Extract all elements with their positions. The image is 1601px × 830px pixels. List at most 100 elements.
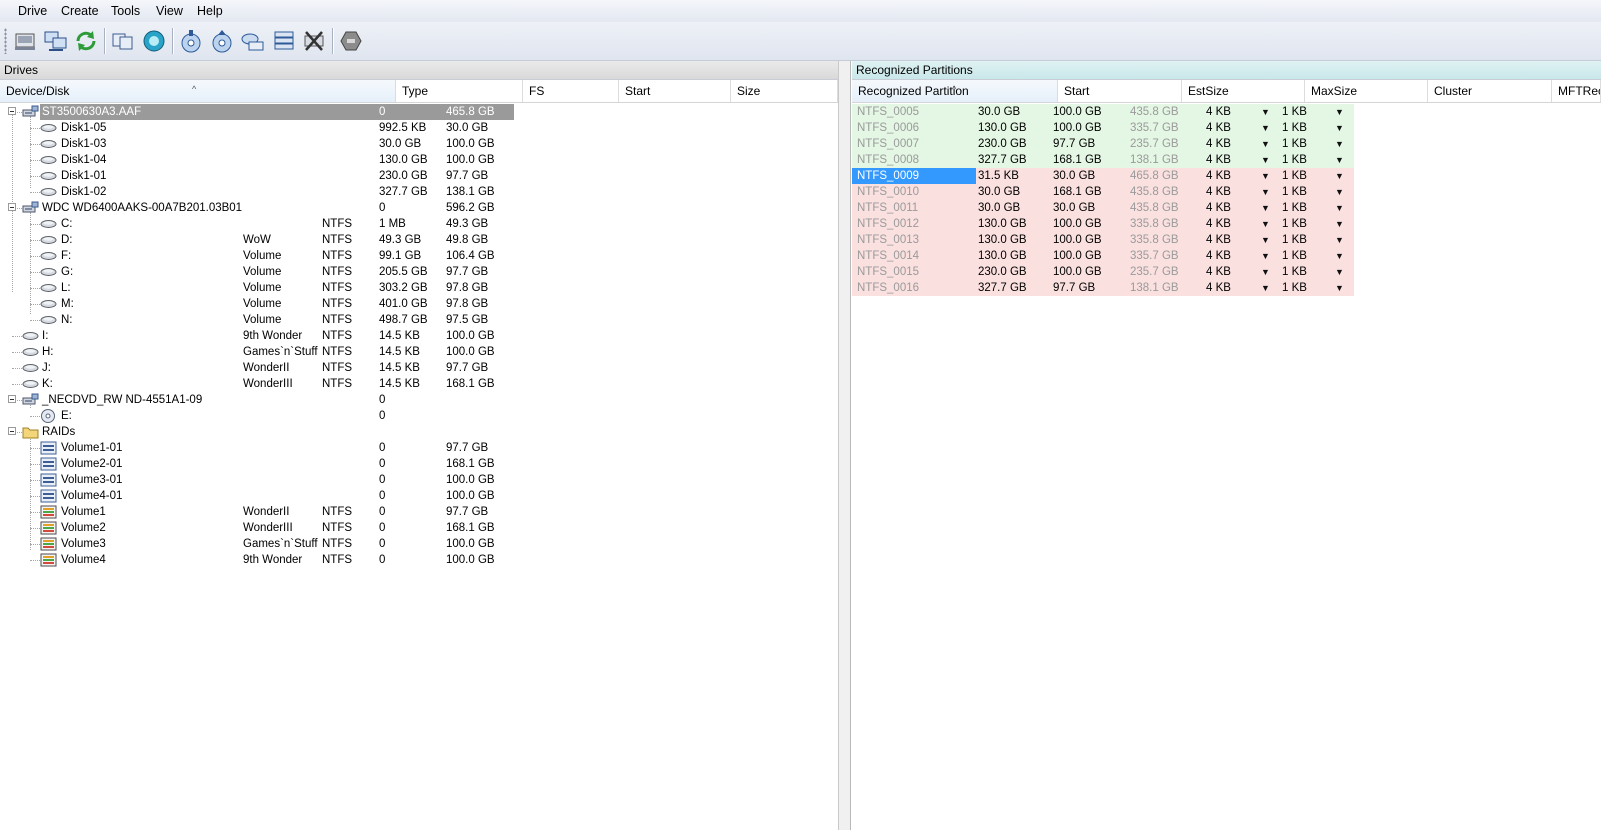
- partition-row[interactable]: NTFS_0012 130.0 GB 100.0 GB 335.8 GB 4 KB 1 K…: [852, 216, 1601, 232]
- tree-row[interactable]: Volume1-01 0 97.7 GB: [0, 440, 838, 456]
- column-size[interactable]: Size: [731, 80, 838, 102]
- tree-row[interactable]: WDC WD6400AAKS-00A7B201.03B01 0 596.2 GB: [0, 200, 838, 216]
- tree-row[interactable]: F: Volume NTFS 99.1 GB 106.4 GB: [0, 248, 838, 264]
- tree-row[interactable]: C: NTFS 1 MB 49.3 GB: [0, 216, 838, 232]
- disk-image-icon[interactable]: [178, 28, 204, 54]
- chevron-down-icon[interactable]: ▼: [1261, 136, 1270, 152]
- menu-create[interactable]: Create: [61, 4, 99, 18]
- partition-row[interactable]: NTFS_0011 30.0 GB 30.0 GB 435.8 GB 4 KB 1 KB ▼…: [852, 200, 1601, 216]
- partition-row[interactable]: NTFS_0016 327.7 GB 97.7 GB 138.1 GB 4 KB 1 KB…: [852, 280, 1601, 296]
- partition-row[interactable]: NTFS_0007 230.0 GB 97.7 GB 235.7 GB 4 KB 1 KB…: [852, 136, 1601, 152]
- chevron-down-icon[interactable]: ▼: [1261, 200, 1270, 216]
- menu-tools[interactable]: Tools: [111, 4, 140, 18]
- hex-editor-icon[interactable]: [338, 28, 364, 54]
- tree-row[interactable]: D: WoW NTFS 49.3 GB 49.8 GB: [0, 232, 838, 248]
- tree-row[interactable]: Volume3-01 0 100.0 GB: [0, 472, 838, 488]
- chevron-down-icon[interactable]: ▼: [1335, 232, 1344, 248]
- chevron-down-icon[interactable]: ▼: [1335, 216, 1344, 232]
- refresh-icon[interactable]: [73, 28, 99, 54]
- partition-row[interactable]: NTFS_0014 130.0 GB 100.0 GB 335.7 GB 4 KB 1 K…: [852, 248, 1601, 264]
- tree-row[interactable]: Volume1 WonderII NTFS 0 97.7 GB: [0, 504, 838, 520]
- chevron-down-icon[interactable]: ▼: [1335, 280, 1344, 296]
- tree-row[interactable]: I: 9th Wonder NTFS 14.5 KB 100.0 GB: [0, 328, 838, 344]
- menu-help[interactable]: Help: [197, 4, 223, 18]
- chevron-down-icon[interactable]: ▼: [1335, 168, 1344, 184]
- menu-drive[interactable]: Drive: [18, 4, 47, 18]
- tree-row[interactable]: Disk1-05 992.5 KB 30.0 GB: [0, 120, 838, 136]
- collapse-toggle[interactable]: [8, 395, 16, 403]
- chevron-down-icon[interactable]: ▼: [1261, 104, 1270, 120]
- chevron-down-icon[interactable]: ▼: [1335, 136, 1344, 152]
- tree-row[interactable]: _NECDVD_RW ND-4551A1-09 0: [0, 392, 838, 408]
- partition-row[interactable]: NTFS_0015 230.0 GB 100.0 GB 235.7 GB 4 KB 1 K…: [852, 264, 1601, 280]
- column-start[interactable]: Start: [1058, 80, 1182, 102]
- chevron-down-icon[interactable]: ▼: [1261, 216, 1270, 232]
- partition-row[interactable]: NTFS_0008 327.7 GB 168.1 GB 138.1 GB 4 KB 1 K…: [852, 152, 1601, 168]
- chevron-down-icon[interactable]: ▼: [1335, 152, 1344, 168]
- tree-row[interactable]: H: Games`n`Stuff NTFS 14.5 KB 100.0 GB: [0, 344, 838, 360]
- tree-row[interactable]: J: WonderII NTFS 14.5 KB 97.7 GB: [0, 360, 838, 376]
- tree-row[interactable]: RAIDs: [0, 424, 838, 440]
- column-recognized-partition[interactable]: Recognized Partition ^: [852, 80, 1058, 102]
- tree-row[interactable]: Volume4-01 0 100.0 GB: [0, 488, 838, 504]
- tree-row[interactable]: K: WonderIII NTFS 14.5 KB 168.1 GB: [0, 376, 838, 392]
- chevron-down-icon[interactable]: ▼: [1335, 264, 1344, 280]
- tree-row[interactable]: Disk1-01 230.0 GB 97.7 GB: [0, 168, 838, 184]
- collapse-toggle[interactable]: [8, 107, 16, 115]
- column-mftrec[interactable]: MFTRec: [1552, 80, 1601, 102]
- tree-row[interactable]: ST3500630A3.AAF 0 465.8 GB: [0, 104, 838, 120]
- chevron-down-icon[interactable]: ▼: [1335, 200, 1344, 216]
- partition-row[interactable]: NTFS_0006 130.0 GB 100.0 GB 335.7 GB 4 KB 1 K…: [852, 120, 1601, 136]
- scan-icon[interactable]: [141, 28, 167, 54]
- column-fs[interactable]: FS: [523, 80, 619, 102]
- row-status-background: [852, 136, 1354, 152]
- network-drive-icon[interactable]: [43, 28, 69, 54]
- column-cluster[interactable]: Cluster: [1428, 80, 1552, 102]
- tree-row[interactable]: Disk1-02 327.7 GB 138.1 GB: [0, 184, 838, 200]
- column-maxsize[interactable]: MaxSize: [1305, 80, 1428, 102]
- panel-splitter[interactable]: [838, 61, 851, 830]
- column-estsize[interactable]: EstSize: [1182, 80, 1305, 102]
- column-device-disk[interactable]: Device/Disk ^: [0, 80, 396, 102]
- collapse-toggle[interactable]: [8, 427, 16, 435]
- column-start[interactable]: Start: [619, 80, 731, 102]
- chevron-down-icon[interactable]: ▼: [1261, 264, 1270, 280]
- chevron-down-icon[interactable]: ▼: [1261, 248, 1270, 264]
- open-image-icon[interactable]: [209, 28, 235, 54]
- chevron-down-icon[interactable]: ▼: [1261, 280, 1270, 296]
- tree-row[interactable]: Disk1-04 130.0 GB 100.0 GB: [0, 152, 838, 168]
- virtual-drive-icon[interactable]: [240, 28, 266, 54]
- partition-row[interactable]: NTFS_0005 30.0 GB 100.0 GB 435.8 GB 4 KB 1 KB…: [852, 104, 1601, 120]
- chevron-down-icon[interactable]: ▼: [1335, 104, 1344, 120]
- raid-icon[interactable]: [271, 28, 297, 54]
- partition-row[interactable]: NTFS_0010 30.0 GB 168.1 GB 435.8 GB 4 KB 1 KB…: [852, 184, 1601, 200]
- copy-icon[interactable]: [110, 28, 136, 54]
- chevron-down-icon[interactable]: ▼: [1335, 248, 1344, 264]
- tree-row[interactable]: Volume3 Games`n`Stuff NTFS 0 100.0 GB: [0, 536, 838, 552]
- partition-row[interactable]: NTFS_0013 130.0 GB 100.0 GB 335.8 GB 4 KB 1 K…: [852, 232, 1601, 248]
- device-type: 9th Wonder: [243, 330, 303, 342]
- collapse-toggle[interactable]: [8, 203, 16, 211]
- toolbar-grip[interactable]: [4, 28, 7, 54]
- tree-row[interactable]: M: Volume NTFS 401.0 GB 97.8 GB: [0, 296, 838, 312]
- tree-row[interactable]: Volume2-01 0 168.1 GB: [0, 456, 838, 472]
- chevron-down-icon[interactable]: ▼: [1261, 184, 1270, 200]
- chevron-down-icon[interactable]: ▼: [1335, 184, 1344, 200]
- remove-icon[interactable]: [301, 28, 327, 54]
- tree-row[interactable]: Disk1-03 30.0 GB 100.0 GB: [0, 136, 838, 152]
- tree-row[interactable]: Volume2 WonderIII NTFS 0 168.1 GB: [0, 520, 838, 536]
- menu-view[interactable]: View: [156, 4, 183, 18]
- tree-row[interactable]: E: 0: [0, 408, 838, 424]
- chevron-down-icon[interactable]: ▼: [1261, 168, 1270, 184]
- tree-row[interactable]: Volume4 9th Wonder NTFS 0 100.0 GB: [0, 552, 838, 568]
- chevron-down-icon[interactable]: ▼: [1261, 232, 1270, 248]
- tree-row[interactable]: N: Volume NTFS 498.7 GB 97.5 GB: [0, 312, 838, 328]
- drive-icon[interactable]: [12, 28, 38, 54]
- chevron-down-icon[interactable]: ▼: [1261, 120, 1270, 136]
- tree-row[interactable]: L: Volume NTFS 303.2 GB 97.8 GB: [0, 280, 838, 296]
- partition-row[interactable]: NTFS_0009 31.5 KB 30.0 GB 465.8 GB 4 KB 1 KB ▼…: [852, 168, 1601, 184]
- tree-row[interactable]: G: Volume NTFS 205.5 GB 97.7 GB: [0, 264, 838, 280]
- chevron-down-icon[interactable]: ▼: [1261, 152, 1270, 168]
- chevron-down-icon[interactable]: ▼: [1335, 120, 1344, 136]
- column-type[interactable]: Type: [396, 80, 523, 102]
